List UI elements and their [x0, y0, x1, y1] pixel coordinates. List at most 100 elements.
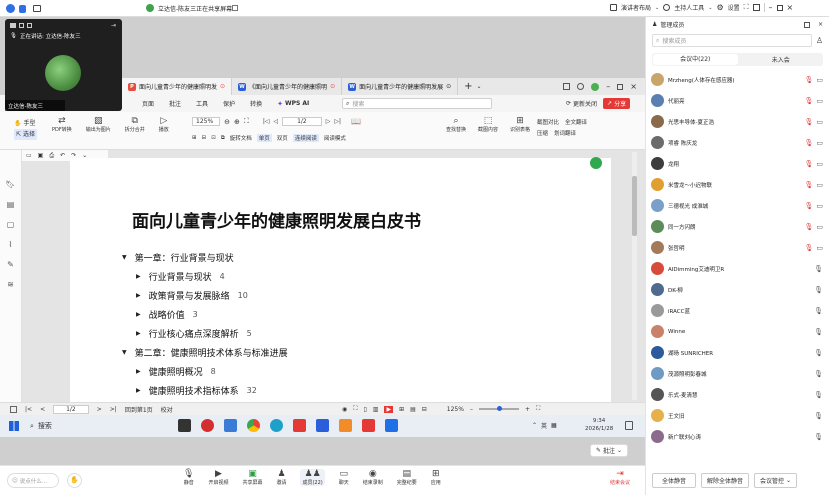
- share-window-icon[interactable]: [232, 5, 238, 11]
- member-row[interactable]: 新广联刘心涛 🎙︎: [646, 426, 829, 447]
- grid-icon[interactable]: ⊞: [399, 406, 404, 413]
- split-merge-button[interactable]: ⧉ 拆分合并: [125, 116, 145, 133]
- select-tool-button[interactable]: ⇱ 选择: [14, 129, 38, 140]
- more-icon[interactable]: ▭: [816, 181, 823, 189]
- hand-raise-icon[interactable]: ✋: [67, 473, 82, 488]
- collapse-icon[interactable]: ▶: [136, 292, 141, 299]
- collapse-icon[interactable]: ▶: [136, 368, 141, 375]
- translate-all-button[interactable]: 全文翻译: [565, 118, 587, 129]
- ai-assistant-icon[interactable]: [590, 157, 602, 169]
- collapse-icon[interactable]: ▶: [136, 273, 141, 280]
- collapse-icon[interactable]: ▶: [136, 330, 141, 337]
- mic-icon[interactable]: 🎙︎: [814, 286, 823, 294]
- minimize-icon[interactable]: –: [606, 82, 610, 91]
- layout-icon[interactable]: ⊟: [422, 406, 427, 413]
- window-mode-icon[interactable]: [563, 83, 571, 90]
- app-red-icon[interactable]: [201, 419, 214, 432]
- add-user-icon[interactable]: ♙: [816, 36, 823, 45]
- mic-muted-icon[interactable]: 🎙︎: [804, 76, 813, 84]
- prev-page-icon[interactable]: ◁: [273, 118, 278, 125]
- windows-start-icon[interactable]: [9, 421, 19, 431]
- expand-icon[interactable]: ▼: [122, 254, 127, 261]
- find-replace-button[interactable]: ⌕ 查找替换: [446, 116, 466, 133]
- mic-icon[interactable]: 🎙︎: [814, 370, 823, 378]
- update-button[interactable]: ⟳ 更新关闭: [566, 99, 597, 108]
- print-icon[interactable]: ⎙: [49, 152, 54, 160]
- member-row[interactable]: 米雪龙～小迟物联 🎙︎ ▭: [646, 174, 829, 195]
- clock[interactable]: 9:34 2026/1/28: [585, 417, 613, 433]
- app-orange-icon[interactable]: [339, 419, 352, 432]
- pdf-convert-button[interactable]: ⇄ PDF转换: [52, 116, 72, 133]
- export-image-button[interactable]: ▧ 输出为图片: [86, 116, 111, 133]
- mic-muted-icon[interactable]: 🎙︎: [804, 139, 813, 147]
- maximize-icon[interactable]: [776, 4, 783, 11]
- grid-icon[interactable]: ⊞: [192, 135, 197, 141]
- user-avatar-icon[interactable]: [591, 82, 600, 91]
- terminal-icon[interactable]: [178, 419, 191, 432]
- speaker-video[interactable]: ⇥ 🎙︎ 正在讲话: 立达信-陈友三 立达信-陈友三: [5, 19, 122, 111]
- continuous-read-button[interactable]: 连续阅读: [292, 134, 319, 142]
- single-page-button[interactable]: 单页: [256, 134, 272, 142]
- sidebar-toggle-icon[interactable]: [10, 405, 17, 413]
- tab-doc-3[interactable]: W 面向儿童青少年的健康照明发展 ⊙: [342, 78, 459, 95]
- zoom-in-icon[interactable]: ⊕: [234, 118, 240, 126]
- end-recording-button[interactable]: ◉ 结束录制: [363, 469, 383, 486]
- play-button[interactable]: ▷ 播放: [159, 116, 169, 133]
- keyboard-icon[interactable]: ▦: [551, 422, 557, 429]
- wps-writer-icon[interactable]: [316, 419, 329, 432]
- popout-icon[interactable]: [803, 21, 810, 28]
- zoom-in-icon[interactable]: +: [525, 406, 530, 413]
- mic-muted-icon[interactable]: 🎙︎: [804, 160, 813, 168]
- outline-section[interactable]: ▶ 行业核心痛点深度解析 5: [136, 324, 288, 343]
- more-icon[interactable]: ▭: [816, 160, 823, 168]
- mic-icon[interactable]: 🎙︎: [814, 412, 823, 420]
- member-row[interactable]: Winne 🎙︎: [646, 321, 829, 342]
- host-tools-button[interactable]: 主持人工具: [674, 3, 704, 12]
- menu-tools[interactable]: 工具: [196, 99, 208, 108]
- invite-button[interactable]: ♟ 邀请: [276, 469, 286, 486]
- close-icon[interactable]: ⊙: [330, 83, 335, 90]
- layers-icon[interactable]: ⧉: [221, 135, 225, 142]
- minimize-icon[interactable]: –: [769, 3, 773, 12]
- video-button[interactable]: ▶ 开启视频: [208, 469, 228, 486]
- first-page-icon[interactable]: |◁: [263, 118, 270, 125]
- mic-icon[interactable]: 🎙︎: [814, 328, 823, 336]
- compare-button[interactable]: 截图对比: [537, 118, 559, 129]
- eye-icon[interactable]: ◉: [342, 406, 347, 413]
- fit-icon[interactable]: ⛶: [353, 405, 357, 413]
- members-button[interactable]: ♟♟ 成员(22): [300, 469, 325, 486]
- page-number-input[interactable]: 1/2: [282, 117, 322, 126]
- mic-muted-icon[interactable]: 🎙︎: [804, 223, 813, 231]
- close-icon[interactable]: ×: [818, 21, 823, 28]
- member-row[interactable]: 三德视光 成淮城 🎙︎ ▭: [646, 195, 829, 216]
- double-view-icon[interactable]: ▥: [373, 406, 379, 413]
- share-screen-button[interactable]: ▣ 共享屏幕: [242, 469, 262, 486]
- layout-button[interactable]: 演讲者布局: [621, 3, 651, 12]
- mic-muted-icon[interactable]: 🎙︎: [804, 244, 813, 252]
- tab-not-joined[interactable]: 未入会: [739, 55, 824, 64]
- member-row[interactable]: 龙翔 🎙︎ ▭: [646, 153, 829, 174]
- chevron-up-icon[interactable]: ⌃: [532, 422, 537, 429]
- compress-button[interactable]: 压缩: [537, 129, 548, 140]
- book-icon[interactable]: ▤: [410, 406, 416, 413]
- layers-icon[interactable]: ≋: [7, 280, 14, 289]
- bookmark-icon[interactable]: 🔖︎: [5, 180, 15, 189]
- book-icon[interactable]: 📖: [351, 117, 361, 126]
- next-page-icon[interactable]: >: [97, 406, 102, 413]
- mic-icon[interactable]: 🎙︎: [814, 265, 823, 273]
- collapse-icon[interactable]: ▶: [136, 387, 141, 394]
- folder-icon[interactable]: ▭: [26, 152, 32, 159]
- signature-icon[interactable]: ✎: [7, 260, 14, 269]
- member-row[interactable]: AIDimming艾迪明卫R 🎙︎: [646, 258, 829, 279]
- end-meeting-button[interactable]: ⇥ 结束会议: [610, 469, 630, 486]
- new-tab-icon[interactable]: +: [464, 81, 472, 92]
- tab-doc-1[interactable]: P 面向儿童青少年的健康照明发 ⊙: [122, 78, 233, 95]
- last-page-icon[interactable]: ▷|: [334, 118, 341, 125]
- more-icon[interactable]: ▭: [816, 202, 823, 210]
- screenshot-content-button[interactable]: ⬚ 截图内容: [478, 116, 498, 133]
- mic-icon[interactable]: 🎙︎: [814, 349, 823, 357]
- save-icon[interactable]: ▣: [38, 152, 44, 159]
- menu-page[interactable]: 页面: [142, 99, 154, 108]
- zoom-out-icon[interactable]: –: [470, 406, 473, 413]
- comment-icon[interactable]: ▢: [7, 220, 15, 229]
